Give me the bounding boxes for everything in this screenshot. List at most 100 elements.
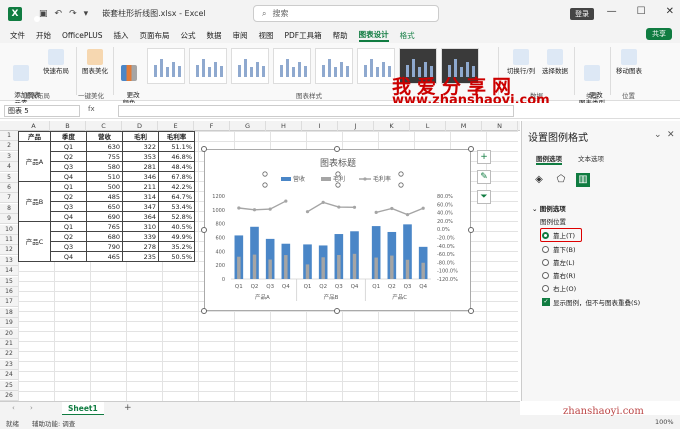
row-header[interactable]: 13 <box>0 255 18 266</box>
row-header[interactable]: 5 <box>0 172 18 183</box>
y2-tick-label[interactable]: -40.0% <box>437 244 455 250</box>
cell-value[interactable]: 49.9% <box>158 231 195 242</box>
cell-value[interactable]: 339 <box>122 231 159 242</box>
cell-value[interactable]: 51.1% <box>158 141 195 152</box>
tab-review[interactable]: 审阅 <box>232 30 247 41</box>
save-icon[interactable]: ▣ <box>39 9 48 19</box>
row-header[interactable]: 22 <box>0 349 18 360</box>
point-margin[interactable] <box>337 205 341 209</box>
cell-value[interactable]: Q1 <box>50 141 87 152</box>
bar-gross-profit[interactable] <box>284 255 288 279</box>
tab-pdf-tools[interactable]: PDF工具箱 <box>284 30 321 41</box>
bar-gross-profit[interactable] <box>252 254 257 279</box>
line-margin[interactable] <box>375 207 424 216</box>
cell-value[interactable]: 765 <box>86 221 123 232</box>
x-tick-label[interactable]: Q2 <box>388 284 396 290</box>
cell-product[interactable]: 产品B <box>18 181 51 222</box>
tab-legend-options[interactable]: 图例选项 <box>536 153 562 165</box>
pane-close-icon[interactable]: ✕ <box>667 130 675 140</box>
legend-handle[interactable] <box>398 182 404 188</box>
cell-value[interactable]: 680 <box>86 231 123 242</box>
minimize-button[interactable]: — <box>607 6 617 17</box>
cell-value[interactable]: Q1 <box>50 221 87 232</box>
row-header[interactable]: 4 <box>0 162 18 173</box>
y2-tick-label[interactable]: -80.0% <box>437 260 455 266</box>
point-margin[interactable] <box>252 208 257 212</box>
cell-value[interactable]: 50.5% <box>158 251 195 262</box>
legend-handle[interactable] <box>335 171 341 177</box>
row-header[interactable]: 9 <box>0 214 18 225</box>
cell-value[interactable]: 364 <box>122 211 159 222</box>
tab-text-options[interactable]: 文本选项 <box>578 153 604 163</box>
point-margin[interactable] <box>268 207 272 211</box>
column-header-i[interactable]: I <box>302 121 338 131</box>
bar-gross-profit[interactable] <box>390 255 394 279</box>
column-header-k[interactable]: K <box>374 121 410 131</box>
cell-value[interactable]: 46.8% <box>158 151 195 162</box>
y2-tick-label[interactable]: 20.0% <box>437 219 453 225</box>
legend-options-section[interactable]: ⌄ 图例选项 <box>532 203 566 213</box>
bar-gross-profit[interactable] <box>337 254 341 279</box>
x-tick-label[interactable]: Q3 <box>266 284 274 290</box>
header-margin[interactable]: 毛利率 <box>158 131 195 142</box>
x-tick-label[interactable]: Q1 <box>304 284 312 290</box>
cell-value[interactable]: 278 <box>122 241 159 252</box>
cell-value[interactable]: 40.5% <box>158 221 195 232</box>
legend-entry[interactable]: 毛利率 <box>373 175 391 183</box>
cell-value[interactable]: Q2 <box>50 191 87 202</box>
cell-value[interactable]: 690 <box>86 211 123 222</box>
row-header[interactable]: 15 <box>0 276 18 287</box>
chart-style-thumb[interactable] <box>315 48 353 84</box>
legend-swatch[interactable] <box>281 177 291 181</box>
row-header[interactable]: 18 <box>0 307 18 318</box>
add-sheet-button[interactable]: + <box>124 403 132 413</box>
chart-elements-plus-icon[interactable]: + <box>477 150 491 164</box>
row-header[interactable]: 24 <box>0 370 18 381</box>
x-tick-label[interactable]: Q2 <box>319 284 327 290</box>
cell-value[interactable]: 48.4% <box>158 161 195 172</box>
chart-title[interactable]: 图表标题 <box>320 157 356 169</box>
y-tick-label[interactable]: 800 <box>215 222 225 228</box>
accessibility-status[interactable]: 辅助功能: 调查 <box>32 418 75 428</box>
legend-handle[interactable] <box>262 182 268 188</box>
y-tick-label[interactable]: 600 <box>215 236 225 242</box>
x-tick-label[interactable]: Q1 <box>235 284 243 290</box>
x-tick-label[interactable]: Q4 <box>419 284 427 290</box>
row-header[interactable]: 12 <box>0 245 18 256</box>
x-tick-label[interactable]: Q3 <box>404 284 412 290</box>
radio-left[interactable]: 靠左(L) <box>542 257 582 267</box>
cell-value[interactable]: 650 <box>86 201 123 212</box>
chart-style-thumb[interactable] <box>147 48 185 84</box>
tab-home[interactable]: 开始 <box>36 30 51 41</box>
radio-top-right[interactable]: 右上(O) <box>542 283 582 293</box>
legend-options-icon[interactable]: ▥ <box>576 173 590 187</box>
row-header[interactable]: 2 <box>0 141 18 152</box>
chart-object[interactable]: 图表标题 营收 毛利 毛利率 1200 1000 800 600 400 200 0 80.0% 60.… <box>204 149 471 311</box>
sheet-tab-sheet1[interactable]: Sheet1 <box>62 402 104 416</box>
cell-value[interactable]: 35.2% <box>158 241 195 252</box>
cell-value[interactable]: 510 <box>86 171 123 182</box>
chart-style-thumb[interactable] <box>189 48 227 84</box>
tab-view[interactable]: 视图 <box>258 30 273 41</box>
cell-value[interactable]: 67.8% <box>158 171 195 182</box>
formula-input[interactable] <box>118 105 514 117</box>
y2-tick-label[interactable]: 80.0% <box>437 194 453 200</box>
point-margin[interactable] <box>405 212 410 217</box>
tab-data[interactable]: 数据 <box>206 30 221 41</box>
x-tick-label[interactable]: Q1 <box>372 284 380 290</box>
cell-value[interactable]: 353 <box>122 151 159 162</box>
bar-gross-profit[interactable] <box>405 259 410 279</box>
cell-value[interactable]: Q3 <box>50 241 87 252</box>
cell-value[interactable]: 485 <box>86 191 123 202</box>
row-header[interactable]: 19 <box>0 318 18 329</box>
cell-value[interactable]: 42.2% <box>158 181 195 192</box>
undo-icon[interactable]: ↶ <box>55 9 63 19</box>
tab-file[interactable]: 文件 <box>10 30 25 41</box>
column-header-f[interactable]: F <box>194 121 230 131</box>
cell-value[interactable]: 314 <box>122 191 159 202</box>
legend-handle[interactable] <box>262 171 268 177</box>
point-margin[interactable] <box>284 199 288 203</box>
column-header-a[interactable]: A <box>18 121 50 131</box>
chart-styles-brush-icon[interactable]: ✎ <box>477 170 491 184</box>
cell-value[interactable]: 52.8% <box>158 211 195 222</box>
